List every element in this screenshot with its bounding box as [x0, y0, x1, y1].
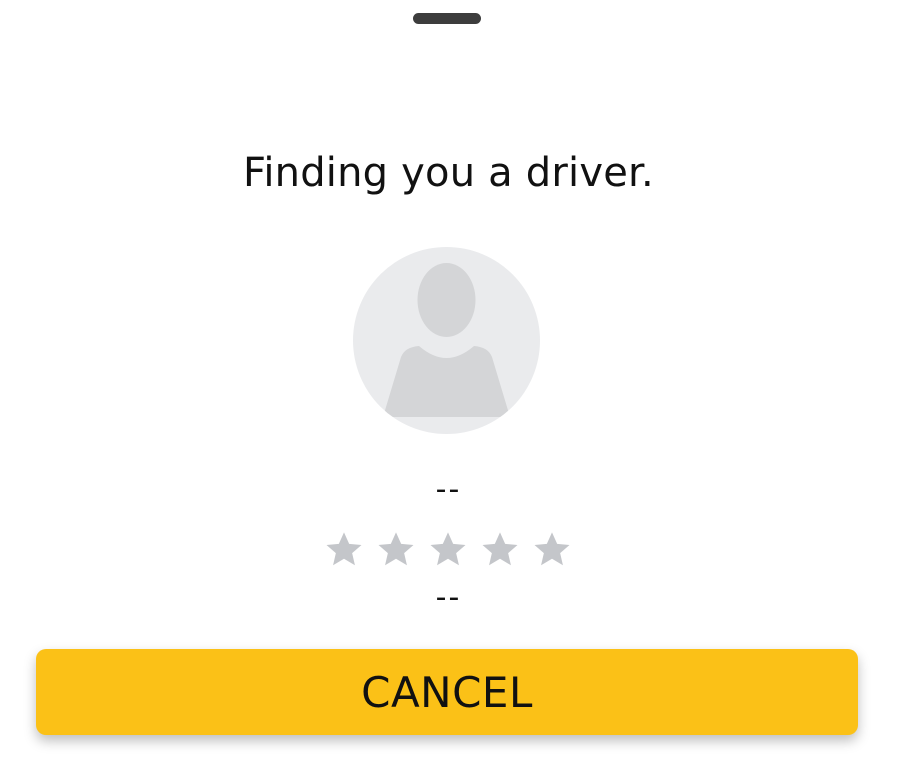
star-icon: [531, 528, 573, 570]
star-icon: [323, 528, 365, 570]
star-icon: [375, 528, 417, 570]
status-title: Finding you a driver.: [243, 150, 654, 196]
star-icon: [427, 528, 469, 570]
person-placeholder-icon: [383, 263, 510, 417]
driver-avatar: [353, 247, 540, 434]
driver-rating: [323, 528, 573, 572]
driver-name: --: [435, 472, 462, 507]
drag-handle[interactable]: [413, 13, 481, 24]
bottom-sheet: Finding you a driver. -- -- CANCEL: [0, 0, 897, 771]
star-icon: [479, 528, 521, 570]
cancel-button[interactable]: CANCEL: [36, 649, 858, 735]
vehicle-info: --: [435, 580, 462, 615]
cancel-button-label: CANCEL: [361, 667, 533, 717]
